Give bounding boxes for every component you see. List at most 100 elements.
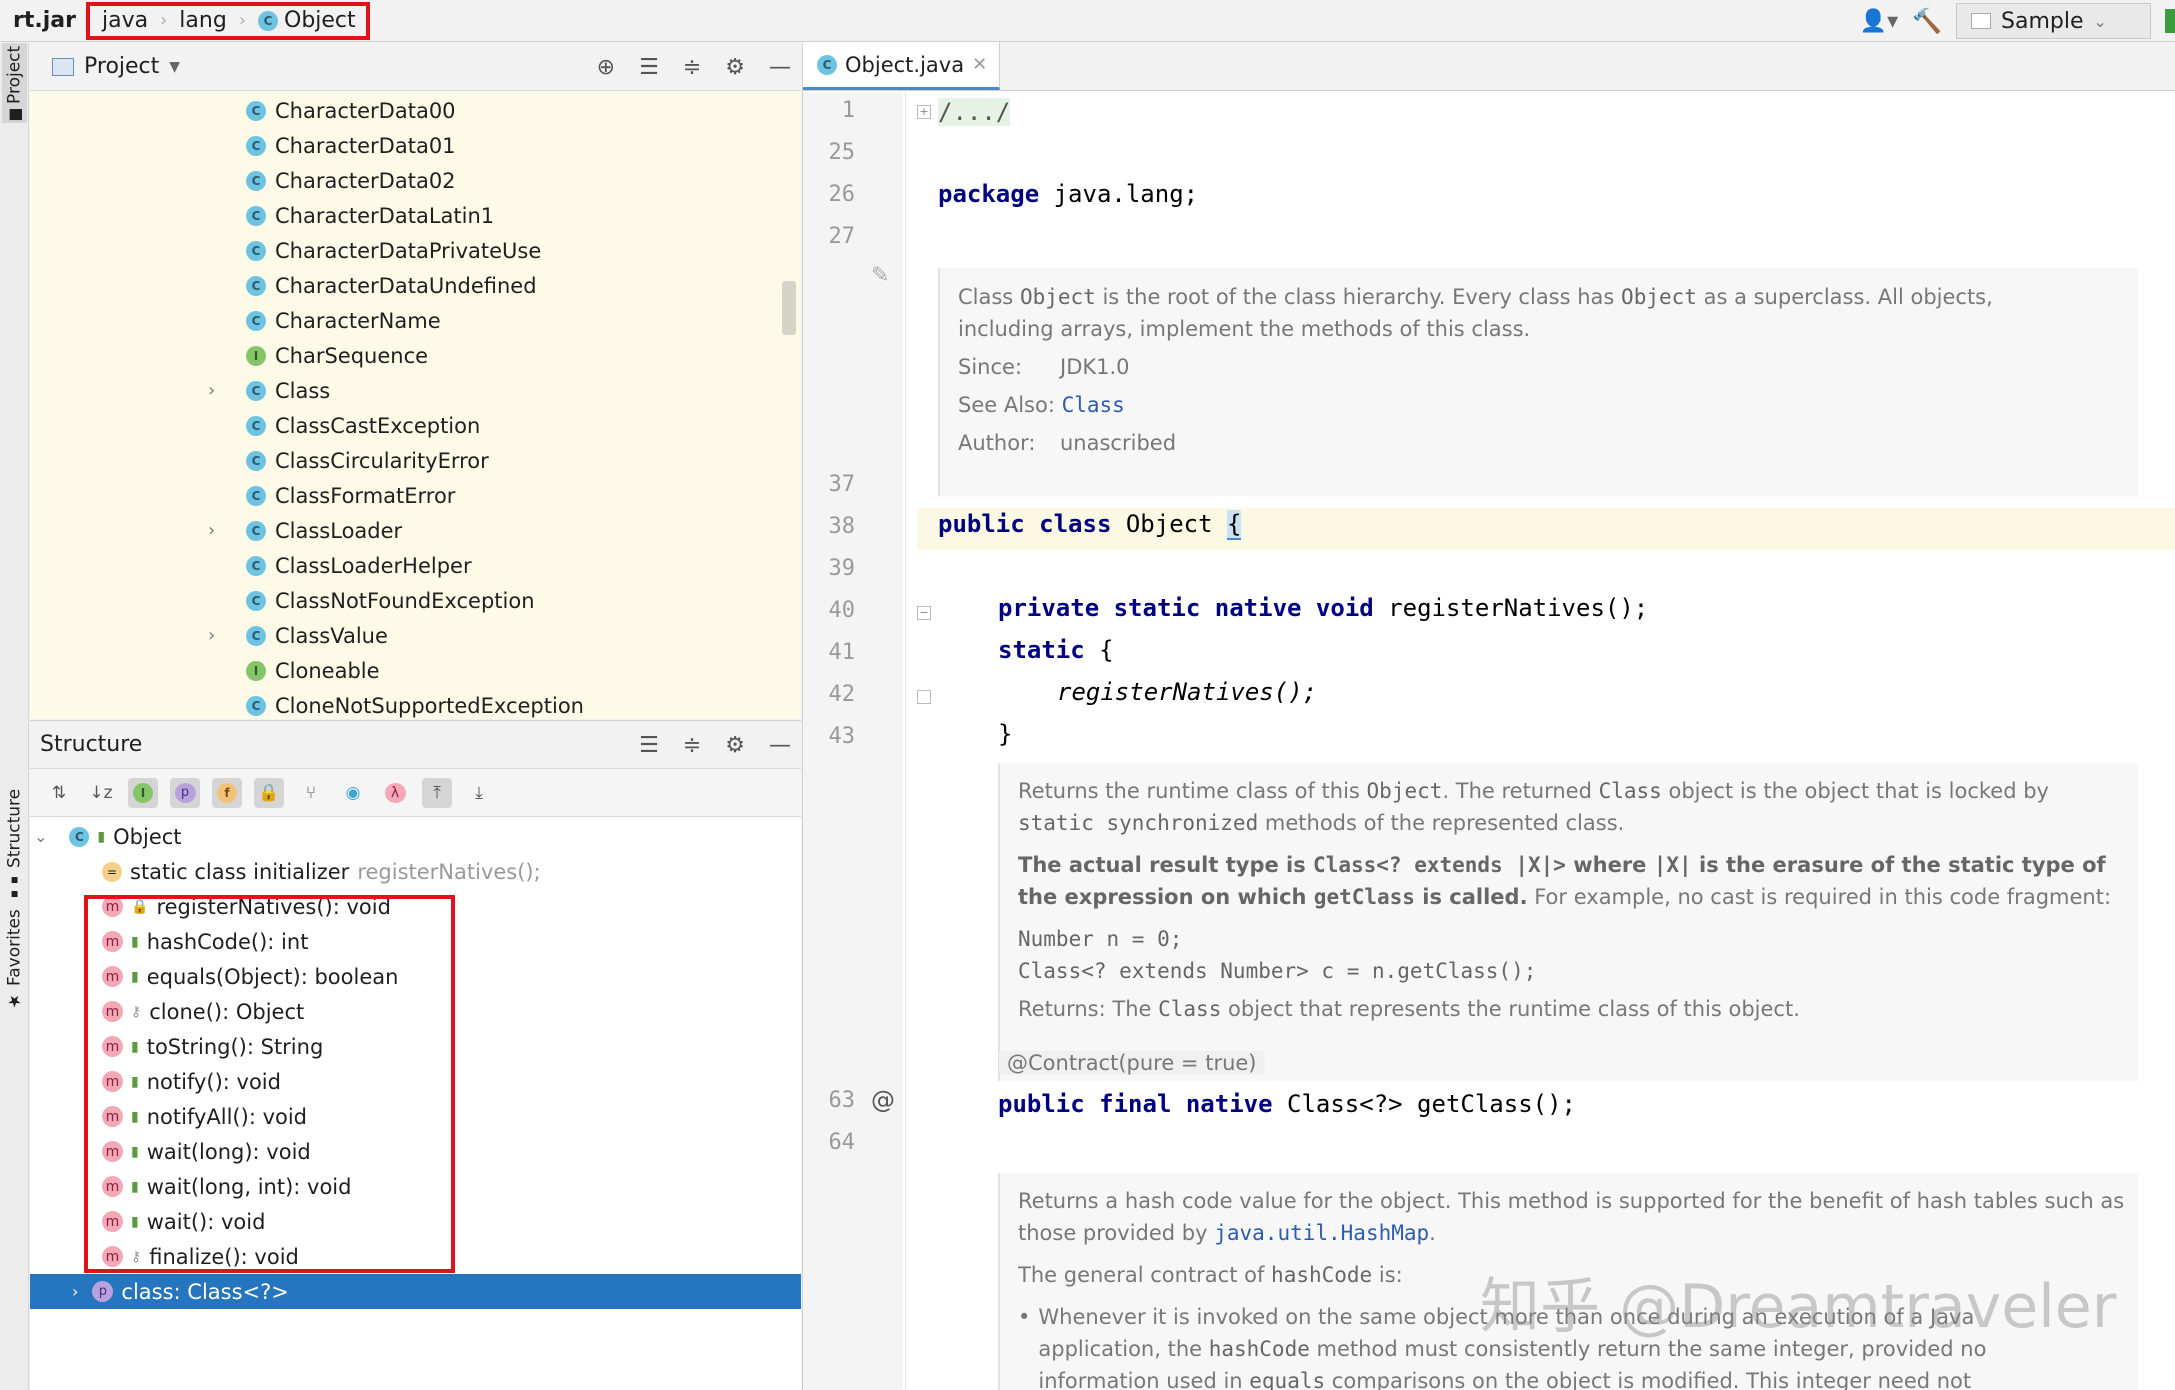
project-scrollbar[interactable] — [782, 281, 796, 335]
minimize-icon[interactable]: — — [769, 733, 791, 758]
project-tree-item[interactable]: C ClassLoaderHelper — [30, 548, 472, 583]
project-tree-item[interactable]: I Cloneable — [30, 653, 380, 688]
fold-icon[interactable]: + — [917, 105, 931, 119]
bullet-icon: • — [1018, 1305, 1031, 1329]
autoscroll-from-source-icon[interactable]: ⤓ — [464, 778, 494, 808]
run-icon[interactable] — [2165, 9, 2175, 33]
doc-link[interactable]: java.util.HashMap — [1214, 1221, 1429, 1245]
project-tree-item[interactable]: › C Class — [30, 373, 330, 408]
expand-all-icon[interactable]: ☰ — [639, 55, 659, 80]
close-icon[interactable]: ✕ — [972, 54, 987, 75]
contract-annotation[interactable]: @Contract(pure = true) — [999, 1051, 1265, 1075]
show-properties-icon[interactable]: p — [170, 777, 200, 808]
project-tree-item[interactable]: C CharacterName — [30, 303, 441, 338]
locate-icon[interactable]: ⊕ — [597, 55, 615, 80]
crumb-lang[interactable]: lang — [179, 8, 227, 33]
keyword: public — [938, 510, 1025, 538]
chevron-right-icon[interactable]: › — [208, 380, 215, 401]
doc-code: equals — [1249, 1369, 1326, 1390]
tab-structure-label: Structure — [4, 788, 25, 868]
tab-project[interactable]: ▆ Project — [2, 43, 27, 123]
tab-structure[interactable]: ▪▪ Structure — [2, 788, 27, 901]
project-tree-item-label: CharacterData01 — [275, 133, 456, 158]
project-tree-item-label: ClassCastException — [275, 413, 481, 438]
structure-icon: ▪▪ — [7, 873, 22, 902]
chevron-right-icon[interactable]: › — [208, 625, 215, 646]
project-tree-item[interactable]: › C ClassValue — [30, 618, 388, 653]
project-tree-item[interactable]: C ClassFormatError — [30, 478, 455, 513]
minimize-icon[interactable]: — — [769, 55, 791, 80]
project-tree-item[interactable]: C CharacterData01 — [30, 128, 456, 163]
class-icon: C — [246, 625, 266, 646]
autoscroll-to-source-icon[interactable]: ⤒ — [422, 777, 452, 808]
doc-label: Returns: — [1018, 997, 1106, 1021]
project-tree-item[interactable]: C ClassCircularityError — [30, 443, 489, 478]
hammer-icon[interactable]: 🔨 — [1912, 7, 1942, 35]
structure-root[interactable]: ⌄ C ▮ Object — [30, 819, 801, 854]
collapse-all-icon[interactable]: ≑ — [683, 55, 701, 80]
doc-text: For example, no cast is required in this… — [1527, 885, 2112, 909]
doc-value: JDK1.0 — [1060, 355, 1130, 379]
keyword: public — [998, 1090, 1085, 1118]
chevron-right-icon[interactable]: › — [208, 520, 215, 541]
show-inherited-icon[interactable]: I — [128, 777, 158, 808]
line-number: 37 — [828, 472, 856, 497]
keyword: void — [1315, 594, 1374, 622]
project-tree-item[interactable]: I CharSequence — [30, 338, 428, 373]
show-fields-icon[interactable]: f — [212, 777, 242, 808]
project-view-title[interactable]: Project — [84, 54, 159, 79]
run-config-select[interactable]: Sample ⌄ — [1956, 3, 2151, 39]
collapse-all-icon[interactable]: ≑ — [683, 733, 701, 758]
project-tree-item-label: CloneNotSupportedException — [275, 693, 584, 718]
doc-code: static synchronized — [1018, 811, 1259, 835]
doc-code: Class<? extends |X|> — [1313, 853, 1566, 877]
show-non-public-icon[interactable]: 🔒 — [254, 777, 284, 808]
structure-root-label: Object — [113, 824, 182, 849]
gear-icon[interactable]: ⚙ — [725, 55, 745, 80]
user-icon[interactable]: 👤▾ — [1860, 9, 1898, 34]
class-icon: C — [246, 450, 266, 471]
lambda-icon[interactable]: λ — [380, 778, 410, 808]
project-tree-item-label: Cloneable — [275, 658, 380, 683]
anonymous-icon[interactable]: ◉ — [338, 778, 368, 808]
project-tree-item[interactable]: C CharacterDataUndefined — [30, 268, 537, 303]
doc-text: Returns the runtime class of this — [1018, 779, 1367, 803]
fold-icon[interactable]: − — [917, 606, 931, 620]
fork-icon[interactable]: ⑂ — [296, 778, 326, 808]
jar-crumb[interactable]: rt.jar — [13, 8, 76, 33]
project-tree-item[interactable]: › C ClassLoader — [30, 513, 402, 548]
doc-link[interactable]: Class — [1062, 393, 1125, 417]
package-line: package java.lang; — [938, 180, 1198, 208]
chevron-down-icon: ⌄ — [2093, 11, 2107, 31]
expand-all-icon[interactable]: ☰ — [639, 733, 659, 758]
crumb-object[interactable]: Object — [284, 8, 356, 33]
project-tree-item[interactable]: C ClassCastException — [30, 408, 480, 443]
tab-object-java[interactable]: C Object.java ✕ — [803, 42, 1001, 90]
sort-alpha-icon[interactable]: ↓z — [86, 778, 116, 808]
tab-favorites[interactable]: ★ Favorites — [2, 909, 27, 1011]
project-tree-item[interactable]: C CloneNotSupportedException — [30, 688, 584, 723]
doc-text: methods of the represented class. — [1258, 811, 1625, 835]
contract-marker-icon[interactable]: @ — [871, 1086, 895, 1114]
project-tree-item[interactable]: C CharacterData00 — [30, 93, 456, 128]
methods-highlight-box — [84, 895, 455, 1273]
fold-end-icon[interactable] — [917, 690, 931, 704]
static-initializer[interactable]: = static class initializer registerNativ… — [30, 854, 801, 889]
sort-visibility-icon[interactable]: ⇅ — [44, 778, 74, 808]
doc-label: See Also: — [958, 393, 1055, 417]
gear-icon[interactable]: ⚙ — [725, 733, 745, 758]
class-icon: C — [246, 100, 266, 121]
class-icon: C — [246, 380, 266, 401]
selected-field-row[interactable]: › p class: Class<?> — [30, 1274, 801, 1309]
chevron-down-icon[interactable]: ▼ — [169, 59, 180, 75]
project-tree-item[interactable]: C CharacterData02 — [30, 163, 456, 198]
project-tree-item[interactable]: C CharacterDataLatin1 — [30, 198, 494, 233]
crumb-java[interactable]: java — [102, 8, 148, 33]
folded-header[interactable]: /.../ — [938, 98, 1011, 126]
project-tree-item-label: ClassNotFoundException — [275, 588, 535, 613]
doc-label: Author: — [958, 431, 1036, 455]
edit-doc-icon[interactable]: ✎ — [871, 263, 889, 288]
project-tree-item[interactable]: C ClassNotFoundException — [30, 583, 535, 618]
project-tree-item[interactable]: C CharacterDataPrivateUse — [30, 233, 541, 268]
doc-text: . — [1429, 1221, 1436, 1245]
